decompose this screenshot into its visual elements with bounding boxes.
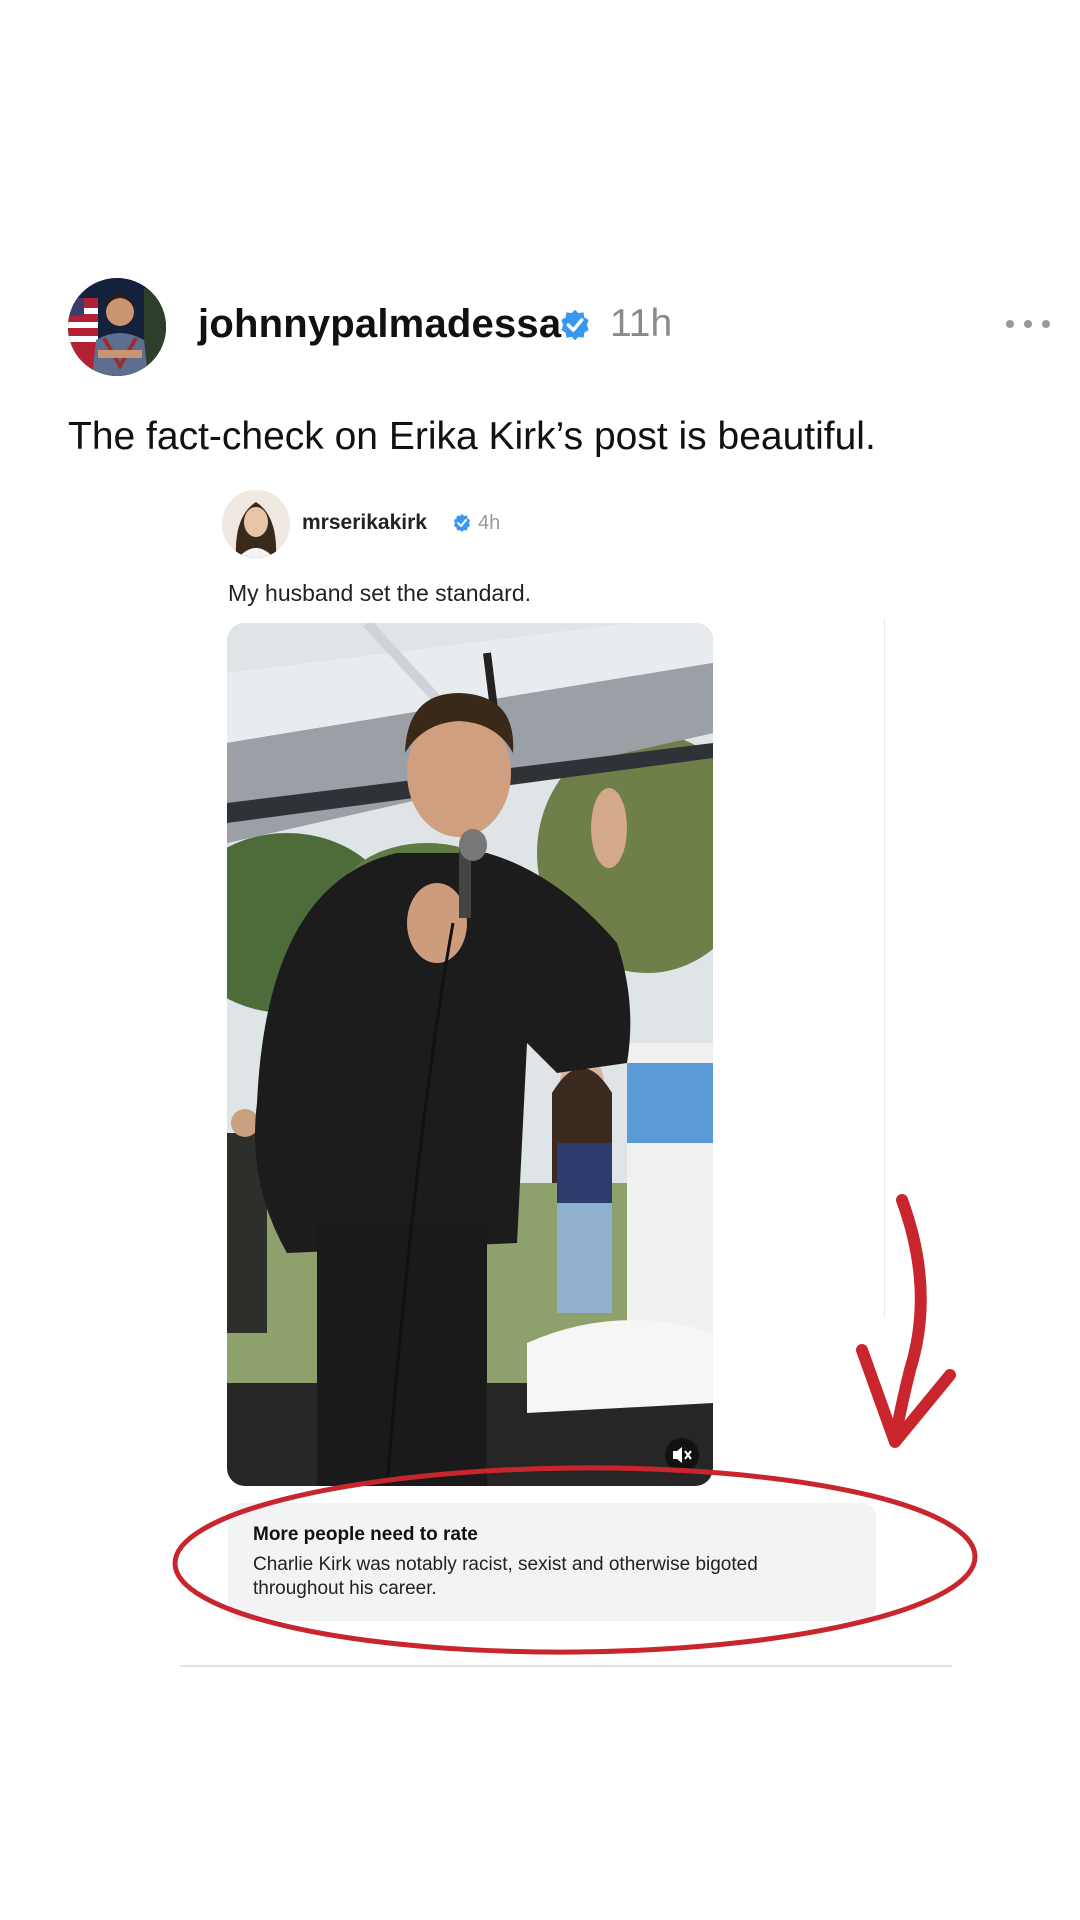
avatar[interactable] (68, 278, 166, 376)
verified-badge-icon (454, 514, 470, 532)
post-header: johnnypalmadessa 11h (0, 270, 1080, 376)
muted-speaker-icon (673, 1447, 692, 1463)
embedded-post-screenshot[interactable]: mrserikakirk 4h My husband set the stand… (180, 468, 952, 1668)
verified-badge-icon (561, 309, 589, 341)
community-note: More people need to rate Charlie Kirk wa… (228, 1503, 876, 1621)
post-timestamp: 11h (610, 302, 673, 345)
more-options-icon[interactable] (1004, 307, 1052, 341)
embedded-avatar (222, 490, 290, 558)
more-dot (1042, 320, 1050, 328)
post-username[interactable]: johnnypalmadessa (198, 300, 561, 348)
more-dot (1006, 320, 1014, 328)
post-caption: The fact-check on Erika Kirk’s post is b… (68, 415, 876, 458)
embedded-username: mrserikakirk (302, 511, 427, 534)
more-dot (1024, 320, 1032, 328)
divider (884, 618, 885, 1318)
avatar-image (68, 278, 166, 376)
divider (180, 1665, 952, 1667)
embedded-caption: My husband set the standard. (228, 580, 532, 606)
community-note-title: More people need to rate (253, 1524, 478, 1545)
community-note-text: Charlie Kirk was notably racist, sexist … (253, 1554, 758, 1599)
mute-toggle[interactable] (665, 1438, 699, 1472)
embedded-timestamp: 4h (478, 512, 501, 534)
embedded-avatar-image (222, 490, 290, 558)
embedded-photo[interactable] (227, 623, 713, 1486)
speaker-photo (227, 623, 713, 1486)
